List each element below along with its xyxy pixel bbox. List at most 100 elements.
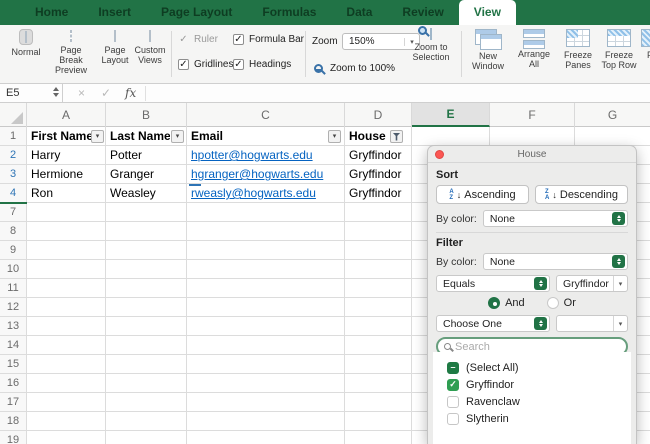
freeze-top-row-button[interactable]: Freeze Top Row xyxy=(598,29,640,70)
sort-ascending-button[interactable]: AZ ↓ Ascending xyxy=(436,185,529,204)
list-item-select-all[interactable]: – (Select All) xyxy=(447,359,631,376)
row-header-14[interactable]: 14 xyxy=(0,336,26,355)
row-header-12[interactable]: 12 xyxy=(0,298,26,317)
stepper-icon[interactable] xyxy=(534,317,547,330)
column-header-f[interactable]: F xyxy=(490,103,575,127)
name-box[interactable]: E5 xyxy=(0,84,63,103)
cell-a1[interactable]: First Name xyxy=(27,127,91,146)
column-header-b[interactable]: B xyxy=(106,103,187,127)
stepper-icon[interactable] xyxy=(534,277,547,290)
freeze-panes-button[interactable]: Freeze Panes xyxy=(558,29,598,70)
zoom-to-selection-button[interactable]: Zoom to Selection xyxy=(405,29,457,62)
dropdown-arrow-icon[interactable]: ▾ xyxy=(613,316,627,331)
or-radio[interactable]: Or xyxy=(547,297,576,309)
insert-function-icon[interactable]: fx xyxy=(125,86,136,100)
search-input[interactable] xyxy=(455,341,620,353)
name-box-stepper-icon[interactable] xyxy=(53,87,59,97)
cell-b1[interactable]: Last Name xyxy=(106,127,170,146)
unchecked-checkbox-icon[interactable] xyxy=(447,396,459,408)
row-header-19[interactable]: 19 xyxy=(0,431,26,444)
column-header-g[interactable]: G xyxy=(575,103,650,127)
row-header-7[interactable]: 7 xyxy=(0,203,26,222)
cell-c4-link[interactable]: rweasly@hogwarts.edu xyxy=(187,184,344,203)
zoom-to-100-button[interactable]: Zoom to 100% xyxy=(314,63,395,74)
column-header-c[interactable]: C xyxy=(187,103,345,127)
second-value-combobox[interactable]: ▾ xyxy=(556,315,628,332)
headings-checkbox[interactable]: ✓ Headings xyxy=(233,59,291,70)
tab-data[interactable]: Data xyxy=(331,0,387,25)
tab-review[interactable]: Review xyxy=(387,0,458,25)
tab-insert[interactable]: Insert xyxy=(83,0,146,25)
custom-views-button[interactable]: Custom Views xyxy=(130,29,170,65)
row-header-9[interactable]: 9 xyxy=(0,241,26,260)
cell-b3[interactable]: Granger xyxy=(106,165,186,184)
filter-by-color-dropdown[interactable]: None xyxy=(483,253,628,270)
tab-formulas[interactable]: Formulas xyxy=(247,0,331,25)
stepper-icon[interactable] xyxy=(612,255,625,268)
row-header-3[interactable]: 3 xyxy=(0,165,26,184)
ruler-checkbox[interactable]: ✓ Ruler xyxy=(178,34,218,45)
gridlines-checkbox[interactable]: ✓ Gridlines xyxy=(178,59,233,70)
row-header-16[interactable]: 16 xyxy=(0,374,26,393)
cell-d1[interactable]: House xyxy=(345,127,389,146)
row-header-2[interactable]: 2 xyxy=(0,146,26,165)
row-header-13[interactable]: 13 xyxy=(0,317,26,336)
filter-operator-dropdown[interactable]: Equals xyxy=(436,275,550,292)
row-header-10[interactable]: 10 xyxy=(0,260,26,279)
cell-d3[interactable]: Gryffindor xyxy=(345,165,411,184)
select-all-corner[interactable] xyxy=(0,103,27,127)
sort-by-color-dropdown[interactable]: None xyxy=(483,210,628,227)
row-header-4[interactable]: 4 xyxy=(0,184,26,203)
house-filter-applied-dropdown[interactable] xyxy=(390,130,403,143)
email-filter-dropdown[interactable]: ▾ xyxy=(328,130,341,143)
last-name-filter-dropdown[interactable]: ▾ xyxy=(171,130,184,143)
sort-descending-button[interactable]: ZA ↓ Descending xyxy=(535,185,628,204)
checked-checkbox-icon[interactable]: ✓ xyxy=(447,379,459,391)
dropdown-arrow-icon[interactable]: ▾ xyxy=(613,276,627,291)
enter-icon[interactable]: ✓ xyxy=(101,86,111,100)
cancel-icon[interactable]: × xyxy=(78,86,85,100)
cell-c2-link[interactable]: hpotter@hogwarts.edu xyxy=(187,146,344,165)
list-item-gryffindor[interactable]: ✓ Gryffindor xyxy=(447,376,631,393)
cell-b4[interactable]: Weasley xyxy=(106,184,186,203)
page-layout-view-button[interactable]: Page Layout xyxy=(96,29,134,65)
row-header-15[interactable]: 15 xyxy=(0,355,26,374)
list-item-slytherin[interactable]: Slytherin xyxy=(447,410,631,427)
second-operator-dropdown[interactable]: Choose One xyxy=(436,315,550,332)
row-header-18[interactable]: 18 xyxy=(0,412,26,431)
list-item-ravenclaw[interactable]: Ravenclaw xyxy=(447,393,631,410)
cell-d2[interactable]: Gryffindor xyxy=(345,146,411,165)
stepper-icon[interactable] xyxy=(612,212,625,225)
tab-view[interactable]: View xyxy=(459,0,516,25)
and-radio[interactable]: And xyxy=(488,297,525,309)
normal-view-button[interactable]: Normal xyxy=(6,29,46,57)
unchecked-checkbox-icon[interactable] xyxy=(447,413,459,425)
indeterminate-checkbox-icon[interactable]: – xyxy=(447,362,459,374)
row-header-11[interactable]: 11 xyxy=(0,279,26,298)
cell-a2[interactable]: Harry xyxy=(27,146,105,165)
tab-page-layout[interactable]: Page Layout xyxy=(146,0,247,25)
column-header-d[interactable]: D xyxy=(345,103,412,127)
first-name-filter-dropdown[interactable]: ▾ xyxy=(91,130,104,143)
formula-bar-checkbox[interactable]: ✓ Formula Bar xyxy=(233,34,304,45)
row-header-1[interactable]: 1 xyxy=(0,127,26,146)
new-window-button[interactable]: New Window xyxy=(466,29,510,71)
column-header-e-selected[interactable]: E xyxy=(412,103,490,127)
formula-input[interactable] xyxy=(146,84,650,103)
page-break-preview-button[interactable]: Page Break Preview xyxy=(48,29,94,75)
freeze-column-button[interactable]: Freeze Colu xyxy=(641,29,650,70)
cell-c1[interactable]: Email xyxy=(187,127,327,146)
cell-b2[interactable]: Potter xyxy=(106,146,186,165)
row-header-8[interactable]: 8 xyxy=(0,222,26,241)
arrange-all-button[interactable]: Arrange All xyxy=(512,29,556,69)
filter-value-combobox[interactable]: Gryffindor ▾ xyxy=(556,275,628,292)
cell-d4[interactable]: Gryffindor xyxy=(345,184,411,203)
tab-home[interactable]: Home xyxy=(20,0,83,25)
column-header-a[interactable]: A xyxy=(27,103,106,127)
cell-c3-link[interactable]: hgranger@hogwarts.edu xyxy=(187,165,344,184)
cell-a3[interactable]: Hermione xyxy=(27,165,105,184)
row-header-17[interactable]: 17 xyxy=(0,393,26,412)
close-icon[interactable] xyxy=(435,150,444,159)
cell-a4[interactable]: Ron xyxy=(27,184,105,203)
popup-title-bar[interactable]: House xyxy=(428,146,636,163)
